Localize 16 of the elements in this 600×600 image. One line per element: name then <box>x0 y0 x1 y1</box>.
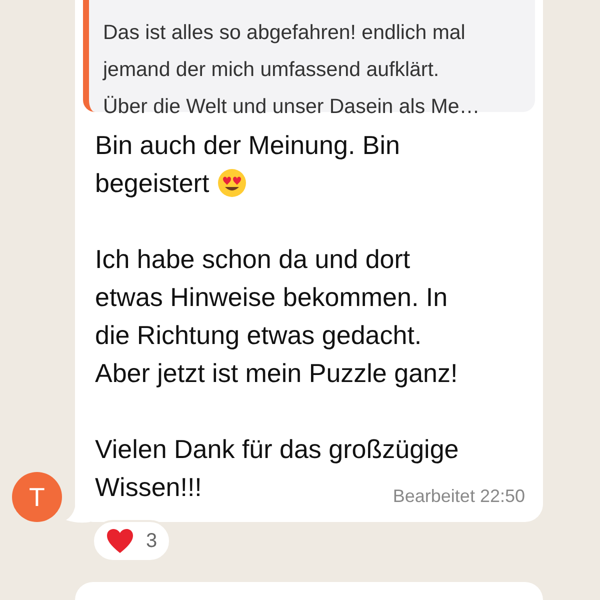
heart-eyes-face-icon <box>217 168 248 198</box>
message-text: Ich habe schon da und dort <box>95 243 410 276</box>
message-text: die Richtung etwas gedacht. <box>95 319 422 352</box>
message-text: Wissen!!! <box>95 471 202 504</box>
quoted-text: jemand der mich umfassend aufklärt. <box>103 57 440 83</box>
message-text: Bin auch der Meinung. Bin <box>95 129 400 162</box>
avatar: T <box>12 472 62 522</box>
reaction-chip[interactable]: 3 <box>92 520 172 562</box>
message-text: begeistert <box>95 167 210 200</box>
quoted-text: Über die Welt und unser Dasein als Me… <box>103 94 480 120</box>
message-text: Aber jetzt ist mein Puzzle ganz! <box>95 357 458 390</box>
heart-icon <box>106 528 134 554</box>
message-text: Vielen Dank für das großzügige <box>95 433 459 466</box>
edited-timestamp: Bearbeitet 22:50 <box>392 485 525 508</box>
quoted-text: Das ist alles so abgefahren! endlich mal <box>103 20 466 46</box>
message-text: etwas Hinweise bekommen. In <box>95 281 448 314</box>
